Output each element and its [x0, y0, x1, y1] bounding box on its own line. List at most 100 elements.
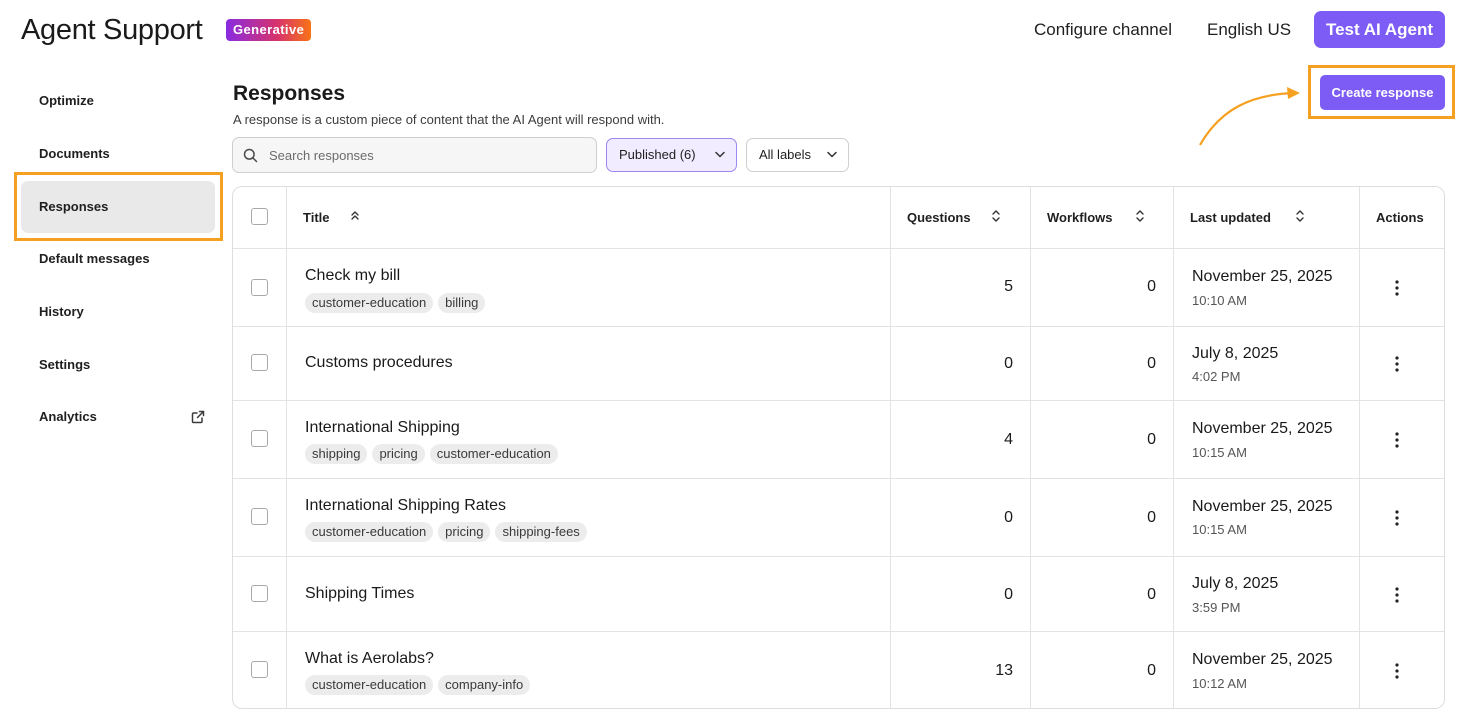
- responses-table: Title Questions Workflows Last updated A…: [232, 186, 1445, 709]
- column-divider: [286, 187, 287, 708]
- sidebar-item-history[interactable]: History: [21, 286, 215, 338]
- more-actions-icon[interactable]: [1393, 431, 1401, 449]
- tag-list: customer-education billing: [305, 293, 486, 313]
- column-divider: [890, 187, 891, 708]
- response-title[interactable]: Shipping Times: [305, 585, 414, 603]
- last-updated-date: November 25, 2025: [1192, 651, 1333, 668]
- sort-icon[interactable]: [991, 209, 1001, 223]
- last-updated-date: July 8, 2025: [1192, 345, 1279, 362]
- table-row[interactable]: What is Aerolabs? customer-education com…: [233, 631, 1444, 708]
- labels-filter-label: All labels: [759, 147, 812, 162]
- more-actions-icon[interactable]: [1393, 355, 1401, 373]
- row-checkbox[interactable]: [251, 430, 268, 447]
- tag: customer-education: [429, 444, 558, 464]
- column-divider: [1030, 187, 1031, 708]
- last-updated-date: November 25, 2025: [1192, 420, 1333, 437]
- response-title[interactable]: International Shipping Rates: [305, 497, 506, 515]
- language-selector[interactable]: English US: [1207, 20, 1291, 40]
- table-row[interactable]: International Shipping Rates customer-ed…: [233, 478, 1444, 556]
- table-row[interactable]: International Shipping shipping pricing …: [233, 400, 1444, 478]
- more-actions-icon[interactable]: [1393, 279, 1401, 297]
- row-checkbox[interactable]: [251, 354, 268, 371]
- workflows-count: 0: [1147, 355, 1156, 372]
- response-title[interactable]: Customs procedures: [305, 354, 453, 372]
- tag: customer-education: [305, 675, 434, 695]
- tag-list: shipping pricing customer-education: [305, 444, 558, 464]
- responses-highlight-box: [14, 172, 223, 241]
- tag: customer-education: [305, 293, 434, 313]
- more-actions-icon[interactable]: [1393, 509, 1401, 527]
- published-filter-dropdown[interactable]: Published (6): [606, 138, 737, 172]
- table-row[interactable]: Shipping Times 0 0 July 8, 2025 3:59 PM: [233, 556, 1444, 631]
- table-row[interactable]: Check my bill customer-education billing…: [233, 248, 1444, 326]
- app-title: Agent Support: [21, 14, 203, 46]
- row-checkbox[interactable]: [251, 661, 268, 678]
- chevron-down-icon: [715, 151, 725, 158]
- last-updated-time: 4:02 PM: [1192, 369, 1241, 384]
- column-divider: [1173, 187, 1174, 708]
- last-updated-time: 10:10 AM: [1192, 293, 1247, 308]
- tag: billing: [438, 293, 486, 313]
- more-actions-icon[interactable]: [1393, 586, 1401, 604]
- response-title[interactable]: International Shipping: [305, 419, 460, 437]
- row-checkbox[interactable]: [251, 508, 268, 525]
- table-header-row: Title Questions Workflows Last updated A…: [233, 187, 1444, 248]
- labels-filter-dropdown[interactable]: All labels: [746, 138, 849, 172]
- chevron-down-icon: [827, 151, 837, 158]
- table-row[interactable]: Customs procedures 0 0 July 8, 2025 4:02…: [233, 326, 1444, 400]
- sort-ascending-icon[interactable]: [350, 209, 360, 223]
- configure-channel-link[interactable]: Configure channel: [1034, 20, 1172, 40]
- column-header-workflows[interactable]: Workflows: [1047, 210, 1113, 225]
- page-title: Responses: [233, 82, 346, 105]
- tag: shipping-fees: [495, 522, 587, 542]
- search-input[interactable]: [269, 138, 589, 172]
- tag: shipping: [305, 444, 368, 464]
- column-header-actions: Actions: [1376, 210, 1424, 225]
- published-filter-label: Published (6): [619, 147, 696, 162]
- workflows-count: 0: [1147, 662, 1156, 679]
- tag-list: customer-education pricing shipping-fees: [305, 522, 587, 542]
- sidebar-item-settings[interactable]: Settings: [21, 339, 215, 391]
- row-checkbox[interactable]: [251, 585, 268, 602]
- sidebar-item-analytics[interactable]: Analytics: [21, 391, 215, 443]
- page-description: A response is a custom piece of content …: [233, 112, 665, 127]
- create-response-button[interactable]: Create response: [1320, 75, 1445, 110]
- questions-count: 0: [1004, 586, 1013, 603]
- response-title[interactable]: Check my bill: [305, 267, 400, 285]
- workflows-count: 0: [1147, 431, 1156, 448]
- tag-list: customer-education company-info: [305, 675, 531, 695]
- tag: customer-education: [305, 522, 434, 542]
- questions-count: 5: [1004, 278, 1013, 295]
- sidebar-item-label: Analytics: [39, 409, 97, 424]
- questions-count: 0: [1004, 509, 1013, 526]
- select-all-checkbox[interactable]: [251, 208, 268, 225]
- last-updated-time: 3:59 PM: [1192, 600, 1241, 615]
- last-updated-time: 10:15 AM: [1192, 522, 1247, 537]
- questions-count: 13: [995, 662, 1013, 679]
- column-header-title[interactable]: Title: [303, 210, 330, 225]
- sort-icon[interactable]: [1135, 209, 1145, 223]
- last-updated-time: 10:15 AM: [1192, 445, 1247, 460]
- search-box: [232, 137, 597, 173]
- generative-badge: Generative: [226, 19, 312, 41]
- column-header-last-updated[interactable]: Last updated: [1190, 210, 1271, 225]
- workflows-count: 0: [1147, 278, 1156, 295]
- column-divider: [1359, 187, 1360, 708]
- search-icon: [243, 148, 258, 163]
- last-updated-time: 10:12 AM: [1192, 676, 1247, 691]
- tag: pricing: [438, 522, 491, 542]
- last-updated-date: November 25, 2025: [1192, 268, 1333, 285]
- sort-icon[interactable]: [1295, 209, 1305, 223]
- column-header-questions[interactable]: Questions: [907, 210, 971, 225]
- tag: pricing: [372, 444, 425, 464]
- more-actions-icon[interactable]: [1393, 662, 1401, 680]
- test-ai-agent-button[interactable]: Test AI Agent: [1314, 11, 1445, 48]
- last-updated-date: July 8, 2025: [1192, 575, 1279, 592]
- row-checkbox[interactable]: [251, 279, 268, 296]
- workflows-count: 0: [1147, 586, 1156, 603]
- sidebar-item-optimize[interactable]: Optimize: [21, 75, 215, 127]
- response-title[interactable]: What is Aerolabs?: [305, 650, 434, 668]
- external-link-icon: [191, 410, 205, 424]
- last-updated-date: November 25, 2025: [1192, 498, 1333, 515]
- workflows-count: 0: [1147, 509, 1156, 526]
